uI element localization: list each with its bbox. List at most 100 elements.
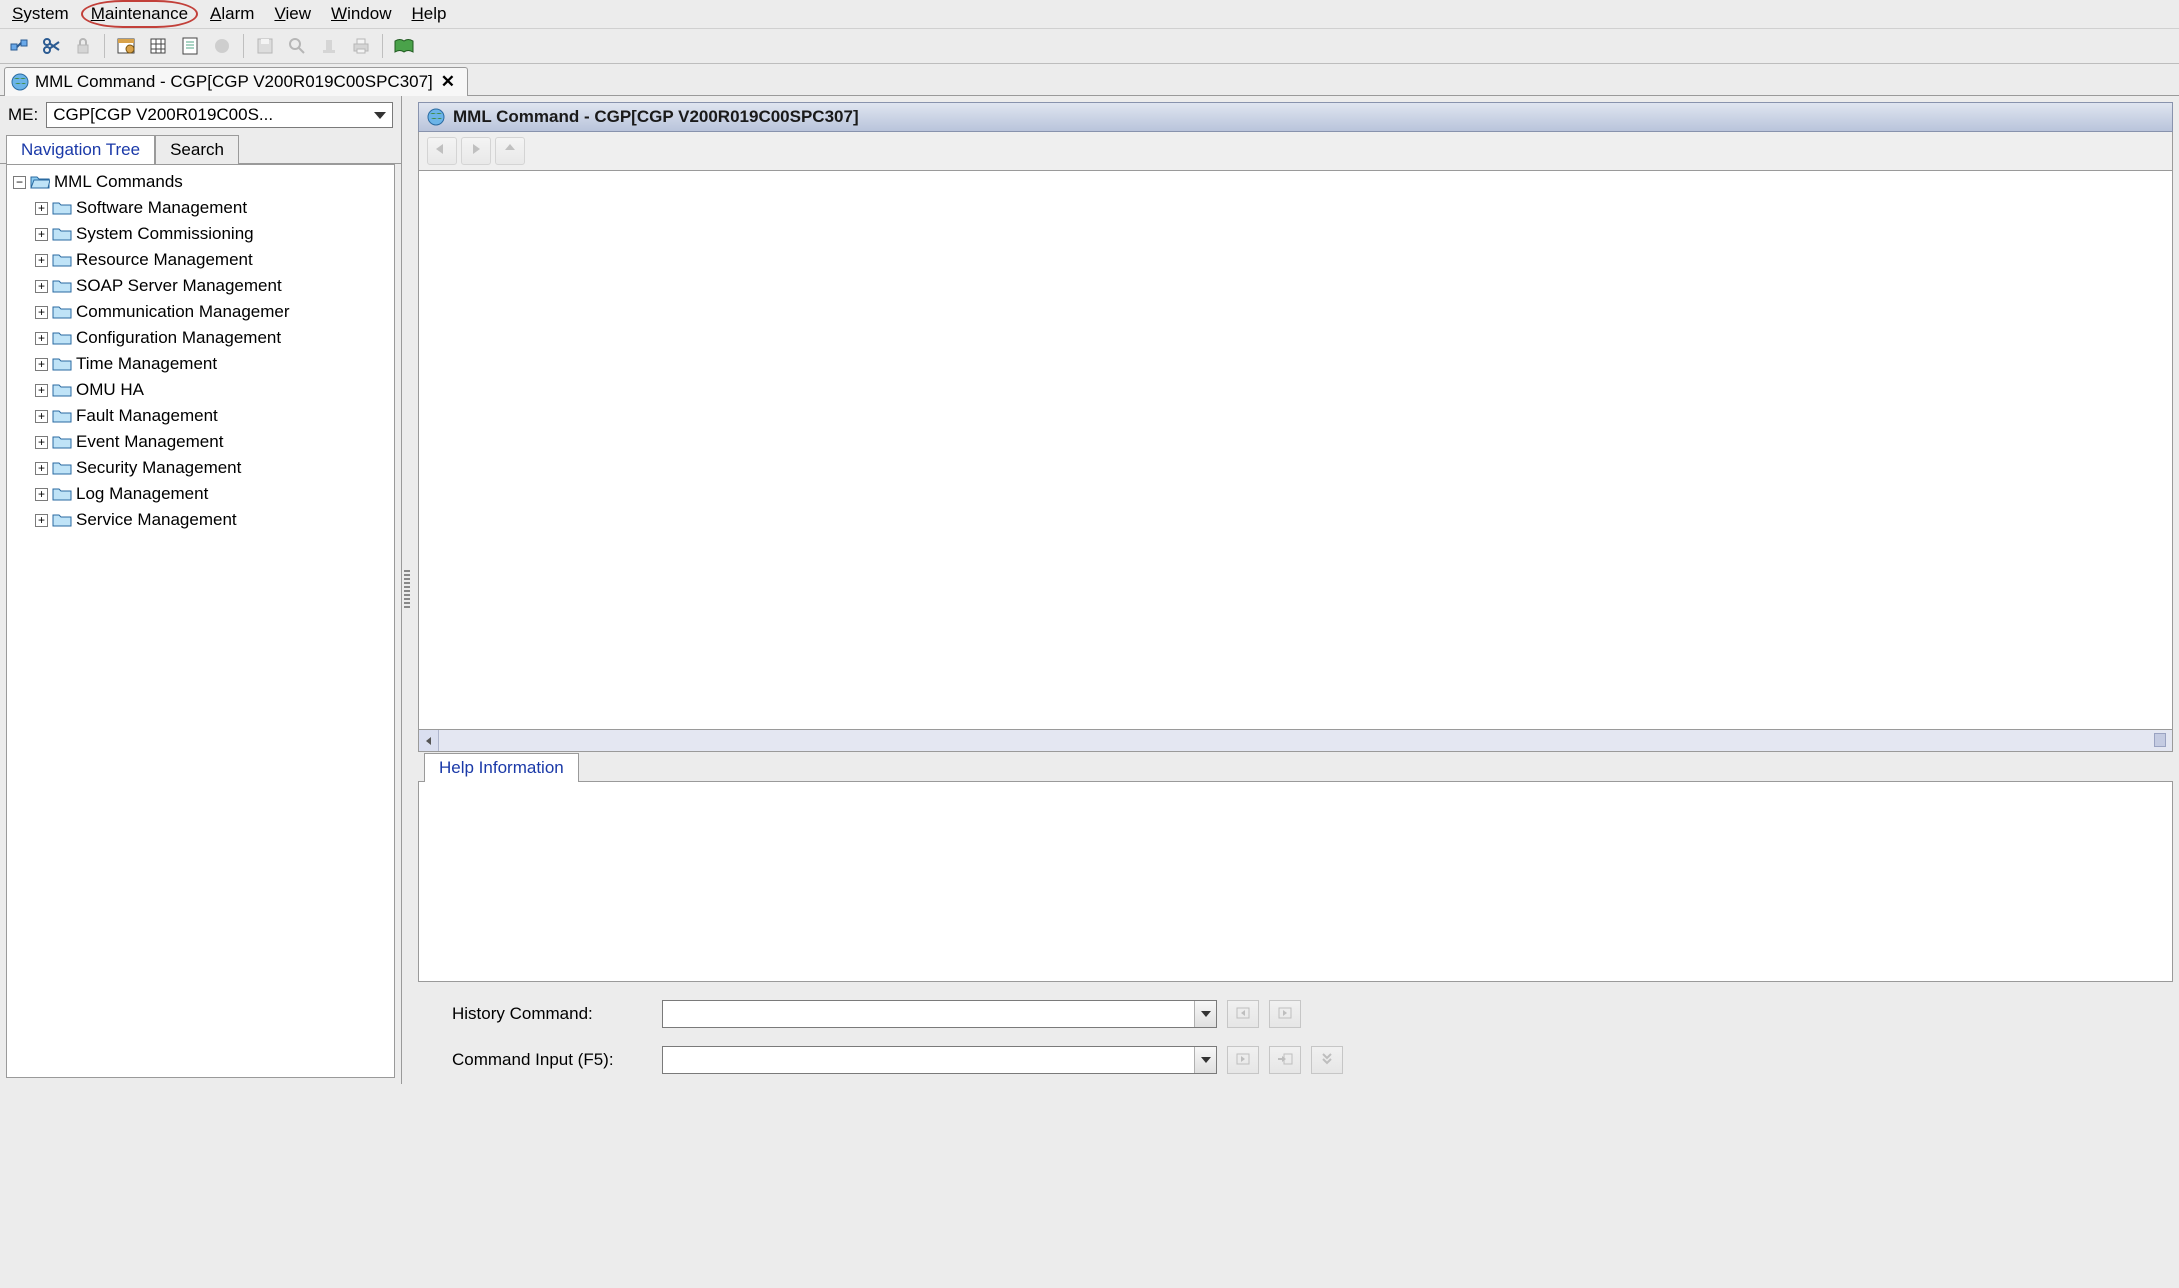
command-input-combo[interactable] [662,1046,1217,1074]
tree-item[interactable]: + Configuration Management [33,325,394,351]
tab-help-information[interactable]: Help Information [424,753,579,782]
toolbar-btn-4[interactable] [111,32,141,60]
menu-help[interactable]: Help [403,2,454,26]
toolbar-btn-9[interactable] [282,32,312,60]
folder-icon [52,512,72,528]
expand-icon[interactable]: + [35,228,48,241]
tree-root[interactable]: − MML Commands [11,169,394,195]
expand-icon[interactable]: + [35,410,48,423]
expand-icon[interactable]: + [35,202,48,215]
output-area [418,170,2173,730]
history-command-combo[interactable] [662,1000,1217,1028]
toolbar-btn-print[interactable] [346,32,376,60]
tree-item[interactable]: +Security Management [33,455,394,481]
me-select[interactable]: CGP[CGP V200R019C00S... [46,102,393,128]
menu-view[interactable]: View [266,2,319,26]
print-icon [351,36,371,56]
expand-icon[interactable]: + [35,462,48,475]
folder-icon [52,226,72,242]
nav-back-button[interactable] [427,137,457,165]
expand-icon[interactable]: + [35,306,48,319]
tree-item-label: Software Management [76,198,247,218]
toolbar-btn-10[interactable] [314,32,344,60]
tree-item[interactable]: +Time Management [33,351,394,377]
tree-item[interactable]: + SOAP Server Management [33,273,394,299]
toolbar-btn-6[interactable] [175,32,205,60]
tree-item-label: OMU HA [76,380,144,400]
tree-item-label: Event Management [76,432,223,452]
history-command-row: History Command: [452,1000,2139,1028]
nav-toolbar [418,132,2173,170]
toolbar-btn-help[interactable] [389,32,419,60]
splitter-handle[interactable] [402,96,412,1084]
toolbar-btn-1[interactable] [4,32,34,60]
toolbar-btn-lock[interactable] [68,32,98,60]
menu-window[interactable]: Window [323,2,399,26]
tree-item-label: Communication Managemer [76,302,290,322]
tree-item-label: Configuration Management [76,328,281,348]
help-information-area [418,782,2173,982]
tree-item[interactable]: + OMU HA [33,377,394,403]
menu-alarm[interactable]: Alarm [202,2,262,26]
horizontal-scrollbar[interactable] [418,730,2173,752]
collapse-icon[interactable]: − [13,176,26,189]
close-icon[interactable]: ✕ [439,72,457,92]
scroll-left-icon[interactable] [419,730,439,751]
document-tab-label: MML Command - CGP[CGP V200R019C00SPC307] [35,72,433,92]
tree-item[interactable]: + Communication Managemer [33,299,394,325]
tree-item-label: SOAP Server Management [76,276,282,296]
expand-icon[interactable]: + [35,332,48,345]
expand-icon[interactable]: + [35,358,48,371]
expand-icon[interactable]: + [35,254,48,267]
tree-item[interactable]: + Event Management [33,429,394,455]
assist-button[interactable] [1269,1046,1301,1074]
scrollbar-track[interactable] [439,730,2172,751]
expand-button[interactable] [1311,1046,1343,1074]
expand-icon[interactable]: + [35,436,48,449]
tree-item[interactable]: + Software Management [33,195,394,221]
folder-icon [52,252,72,268]
tree-item[interactable]: +Service Management [33,507,394,533]
toolbar-btn-7[interactable] [207,32,237,60]
chevron-down-icon[interactable] [1194,1047,1216,1073]
toolbar-separator [243,34,244,58]
execute-button[interactable] [1227,1046,1259,1074]
command-input-label: Command Input (F5): [452,1050,652,1070]
save-icon [255,36,275,56]
nav-up-button[interactable] [495,137,525,165]
toolbar-btn-5[interactable] [143,32,173,60]
panel-title-label: MML Command - CGP[CGP V200R019C00SPC307] [453,107,859,127]
book-icon [393,36,415,56]
history-next-button[interactable] [1269,1000,1301,1028]
scrollbar-thumb[interactable] [2154,733,2166,747]
arrow-left-icon [433,141,451,161]
chevron-down-icon[interactable] [1194,1001,1216,1027]
tab-search[interactable]: Search [155,135,239,164]
execute-icon [1236,1050,1250,1070]
tree-item[interactable]: +Resource Management [33,247,394,273]
menu-system[interactable]: System [4,2,77,26]
nav-forward-button[interactable] [461,137,491,165]
chevron-down-icon [374,112,386,119]
scissors-icon [41,36,61,56]
globe-icon [11,73,29,91]
toolbar-separator [382,34,383,58]
expand-icon[interactable]: + [35,384,48,397]
menu-maintenance[interactable]: Maintenance [81,0,198,28]
document-tab[interactable]: MML Command - CGP[CGP V200R019C00SPC307]… [4,67,468,96]
tree-item[interactable]: +Fault Management [33,403,394,429]
tab-navigation-tree[interactable]: Navigation Tree [6,135,155,164]
folder-open-icon [30,174,50,190]
tree-item[interactable]: +System Commissioning [33,221,394,247]
command-area: History Command: Command Input (F5): [412,982,2179,1084]
expand-icon[interactable]: + [35,514,48,527]
toolbar-btn-2[interactable] [36,32,66,60]
expand-icon[interactable]: + [35,280,48,293]
folder-icon [52,278,72,294]
expand-icon[interactable]: + [35,488,48,501]
tree-item[interactable]: +Log Management [33,481,394,507]
toolbar-btn-8[interactable] [250,32,280,60]
arrow-up-icon [503,141,517,162]
history-prev-button[interactable] [1227,1000,1259,1028]
folder-icon [52,408,72,424]
